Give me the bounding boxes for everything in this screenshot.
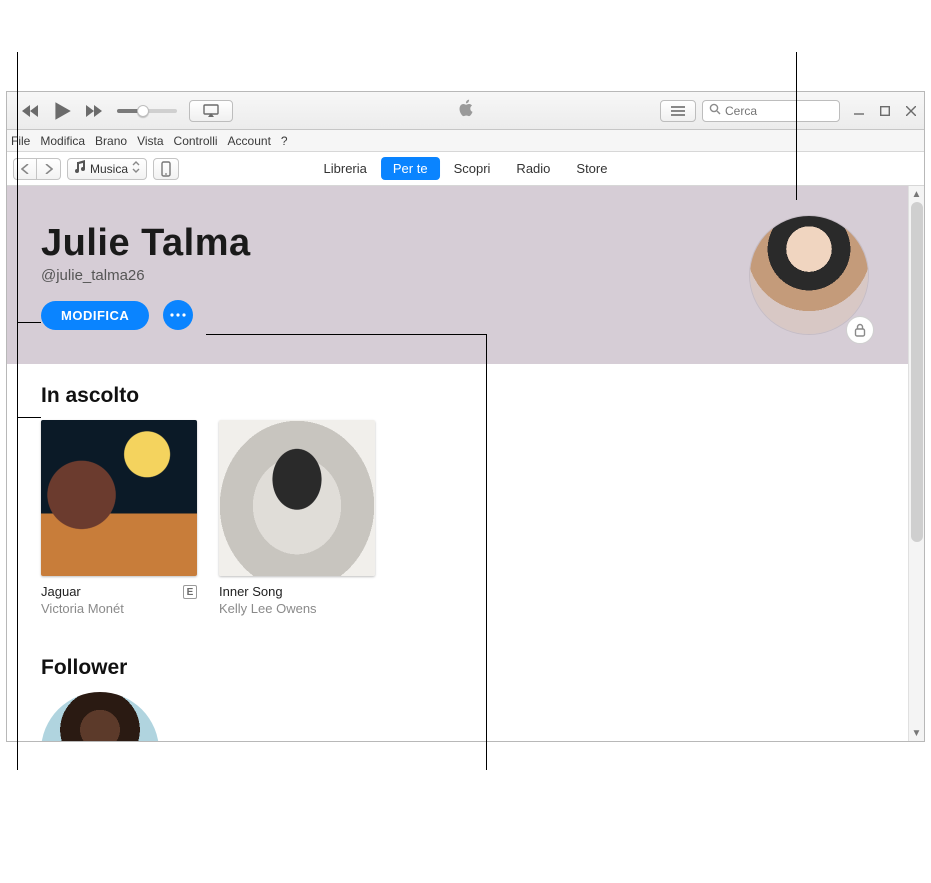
titlebar bbox=[7, 92, 924, 130]
media-type-label: Musica bbox=[90, 162, 128, 176]
airplay-button[interactable] bbox=[189, 100, 233, 122]
maximize-button[interactable] bbox=[878, 106, 892, 116]
vertical-scrollbar[interactable]: ▲ ▼ bbox=[908, 186, 924, 741]
callout-line bbox=[17, 417, 41, 418]
main-tabs: Libreria Per te Scopri Radio Store bbox=[312, 157, 620, 180]
player-controls bbox=[7, 96, 233, 126]
album-card[interactable]: Inner Song Kelly Lee Owens bbox=[219, 420, 375, 618]
callout-line bbox=[17, 52, 18, 770]
section-follower: Follower bbox=[7, 642, 908, 741]
callout-line bbox=[486, 334, 487, 770]
album-art bbox=[41, 420, 197, 576]
follower-title: Follower bbox=[41, 656, 874, 680]
profile-avatar[interactable] bbox=[750, 216, 868, 334]
queue-button[interactable] bbox=[660, 100, 696, 122]
listening-title: In ascolto bbox=[41, 384, 874, 408]
album-row: Jaguar Victoria Monét E Inner Song Kelly… bbox=[41, 420, 874, 618]
edit-profile-button[interactable]: MODIFICA bbox=[41, 301, 149, 330]
album-artist: Kelly Lee Owens bbox=[219, 601, 375, 618]
profile-header: Julie Talma @julie_talma26 MODIFICA bbox=[7, 186, 908, 364]
device-button[interactable] bbox=[153, 158, 179, 180]
music-note-icon bbox=[74, 160, 86, 177]
menu-controls[interactable]: Controlli bbox=[174, 134, 218, 148]
menubar: File Modifica Brano Vista Controlli Acco… bbox=[7, 130, 924, 152]
callout-line bbox=[17, 322, 41, 323]
scroll-thumb[interactable] bbox=[911, 202, 923, 542]
toolbar: Musica Libreria Per te Scopri Radio Stor… bbox=[7, 152, 924, 186]
menu-help[interactable]: ? bbox=[281, 134, 288, 148]
apple-logo-icon bbox=[457, 98, 475, 123]
menu-file[interactable]: File bbox=[11, 134, 30, 148]
profile-actions: MODIFICA bbox=[41, 300, 874, 330]
section-listening: In ascolto Jaguar Victoria Monét E bbox=[7, 364, 908, 626]
profile-name: Julie Talma bbox=[41, 222, 874, 265]
menu-account[interactable]: Account bbox=[228, 134, 271, 148]
content-body: Julie Talma @julie_talma26 MODIFICA In a… bbox=[7, 186, 924, 741]
close-button[interactable] bbox=[904, 106, 918, 116]
menu-song[interactable]: Brano bbox=[95, 134, 127, 148]
tab-store[interactable]: Store bbox=[564, 157, 619, 180]
window-controls bbox=[852, 106, 918, 116]
app-window: File Modifica Brano Vista Controlli Acco… bbox=[6, 91, 925, 742]
tab-library[interactable]: Libreria bbox=[312, 157, 379, 180]
search-icon bbox=[709, 103, 721, 118]
tab-discover[interactable]: Scopri bbox=[442, 157, 503, 180]
album-art bbox=[219, 420, 375, 576]
callout-line bbox=[796, 52, 797, 200]
content: Julie Talma @julie_talma26 MODIFICA In a… bbox=[7, 186, 908, 741]
chevron-updown-icon bbox=[132, 161, 140, 176]
previous-button[interactable] bbox=[17, 99, 43, 123]
nav-back-forward bbox=[13, 158, 61, 180]
menu-edit[interactable]: Modifica bbox=[40, 134, 85, 148]
forward-button[interactable] bbox=[37, 158, 61, 180]
more-button[interactable] bbox=[163, 300, 193, 330]
scroll-down-button[interactable]: ▼ bbox=[909, 725, 924, 741]
play-button[interactable] bbox=[47, 96, 77, 126]
next-button[interactable] bbox=[81, 99, 107, 123]
tab-radio[interactable]: Radio bbox=[504, 157, 562, 180]
tab-for-you[interactable]: Per te bbox=[381, 157, 440, 180]
scroll-up-button[interactable]: ▲ bbox=[909, 186, 924, 202]
album-card[interactable]: Jaguar Victoria Monét E bbox=[41, 420, 197, 618]
explicit-badge: E bbox=[183, 585, 197, 599]
search-box[interactable] bbox=[702, 100, 840, 122]
album-title: Jaguar bbox=[41, 584, 197, 601]
titlebar-right bbox=[660, 92, 918, 129]
privacy-lock-badge bbox=[846, 316, 874, 344]
minimize-button[interactable] bbox=[852, 106, 866, 116]
follower-avatar[interactable] bbox=[41, 692, 159, 741]
menu-view[interactable]: Vista bbox=[137, 134, 163, 148]
media-type-selector[interactable]: Musica bbox=[67, 158, 147, 180]
callout-line bbox=[206, 334, 486, 335]
volume-slider[interactable] bbox=[117, 109, 177, 113]
album-artist: Victoria Monét bbox=[41, 601, 197, 618]
album-title: Inner Song bbox=[219, 584, 375, 601]
